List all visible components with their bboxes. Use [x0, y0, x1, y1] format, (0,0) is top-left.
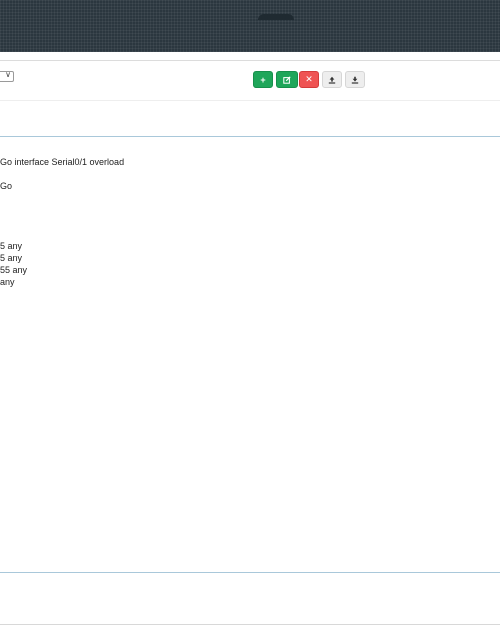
config-line: 55 any — [0, 265, 28, 275]
add-button[interactable]: + — [253, 71, 273, 88]
upload-button[interactable] — [322, 71, 342, 88]
close-icon: ✕ — [305, 74, 313, 84]
download-icon — [351, 76, 359, 84]
content-top-border — [0, 136, 500, 137]
config-line: 5 any — [0, 253, 23, 263]
config-line: Go interface Serial0/1 overload — [0, 157, 125, 167]
content-bottom-border — [0, 572, 500, 573]
edit-icon — [283, 75, 291, 84]
toolbar-divider — [0, 100, 500, 101]
upload-icon — [328, 76, 336, 84]
header-divider — [0, 60, 500, 61]
chevron-down-icon: ∨ — [5, 70, 11, 79]
config-line: any — [0, 277, 15, 287]
top-header — [0, 0, 500, 54]
config-select[interactable]: ∨ — [0, 70, 14, 82]
config-line: Go — [0, 181, 13, 191]
delete-button[interactable]: ✕ — [299, 71, 319, 88]
plus-icon: + — [260, 74, 266, 85]
config-line: 5 any — [0, 241, 23, 251]
header-notch — [258, 14, 294, 20]
edit-button[interactable] — [276, 71, 298, 88]
download-button[interactable] — [345, 71, 365, 88]
